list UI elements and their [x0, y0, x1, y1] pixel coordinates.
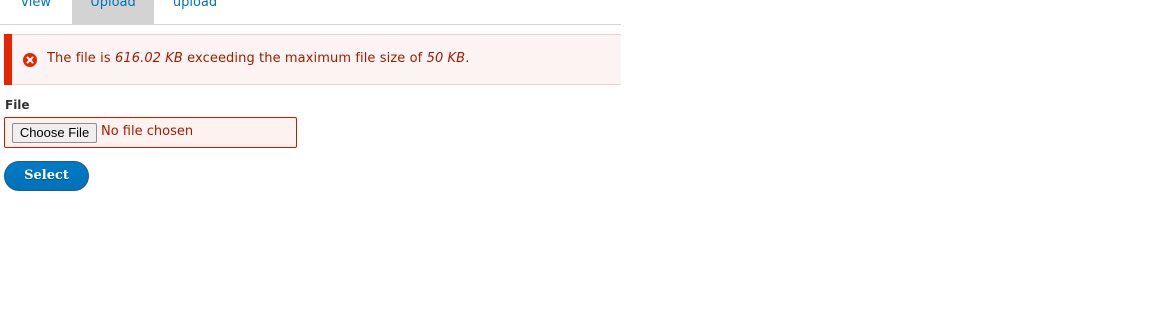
file-input[interactable]: Choose File No file chosen	[4, 117, 297, 148]
tabs: view Upload upload	[0, 0, 621, 25]
message-prefix: The file is	[47, 51, 115, 66]
error-message-text: The file is 616.02 KB exceeding the maxi…	[47, 51, 469, 66]
message-max-size: 50 KB	[426, 51, 466, 66]
file-label: File	[5, 98, 30, 112]
error-message: The file is 616.02 KB exceeding the maxi…	[4, 34, 621, 85]
tab-view[interactable]: view	[0, 0, 72, 24]
tab-upload-active-label: Upload	[90, 0, 136, 10]
tab-view-label: view	[21, 0, 51, 10]
message-suffix: .	[465, 51, 470, 66]
error-accent-bar	[4, 34, 12, 85]
message-middle: exceeding the maximum file size of	[182, 51, 427, 66]
file-status: No file chosen	[101, 124, 194, 139]
tab-upload-label: upload	[172, 0, 218, 10]
tab-upload-active[interactable]: Upload	[72, 0, 154, 24]
select-button[interactable]: Select	[4, 161, 89, 191]
message-file-size: 616.02 KB	[114, 51, 183, 66]
error-icon	[23, 53, 37, 67]
choose-file-button[interactable]: Choose File	[12, 123, 97, 143]
tab-upload[interactable]: upload	[154, 0, 236, 24]
